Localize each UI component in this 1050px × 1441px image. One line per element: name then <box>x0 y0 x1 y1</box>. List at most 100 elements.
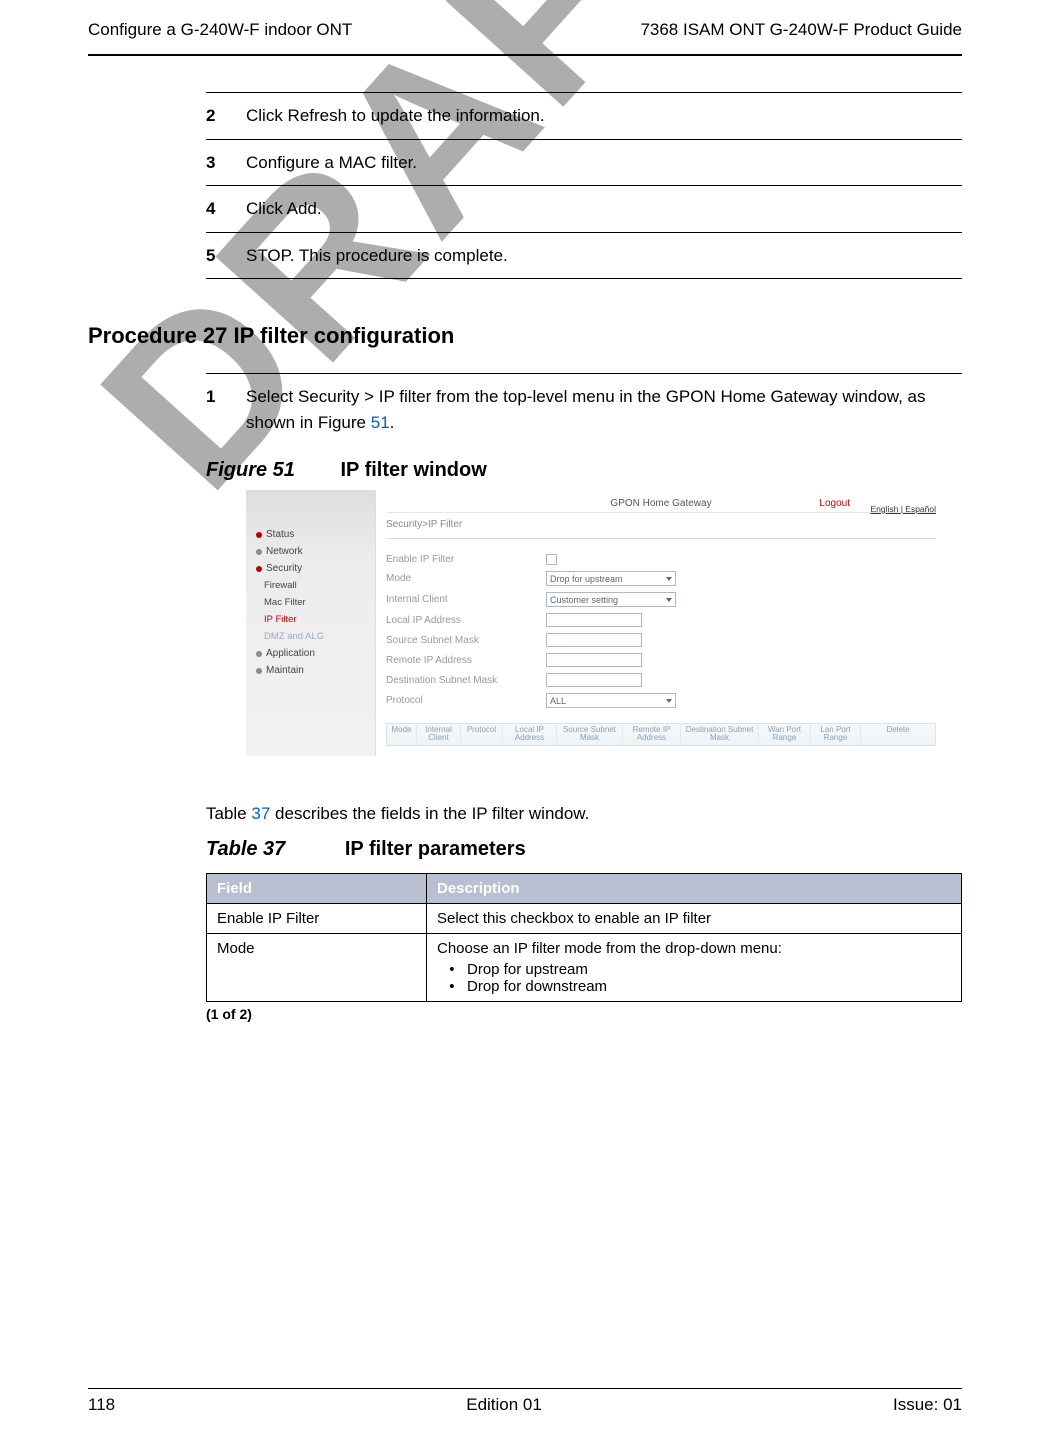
table-pager: (1 of 2) <box>206 1006 962 1022</box>
lang-espanol-link[interactable]: Español <box>905 504 936 514</box>
procedure-heading: Procedure 27 IP filter configuration <box>88 323 962 349</box>
sidebar-item-maintain[interactable]: Maintain <box>246 662 375 679</box>
chevron-down-icon <box>666 577 672 581</box>
table-number: Table 37 <box>206 838 285 860</box>
field-label: Enable IP Filter <box>386 554 546 565</box>
hdr-lan-port: Lan Port Range <box>811 724 861 745</box>
figure-number: Figure 51 <box>206 459 295 481</box>
row-local-ip: Local IP Address <box>386 610 936 630</box>
th-field: Field <box>207 873 427 903</box>
table-caption: Table 37 IP filter parameters <box>206 838 962 861</box>
body-b: describes the fields in the IP filter wi… <box>270 804 589 823</box>
step-number: 5 <box>206 243 220 269</box>
sidebar-item-status[interactable]: Status <box>246 526 375 543</box>
figure-caption: Figure 51 IP filter window <box>206 459 962 482</box>
src-mask-input[interactable] <box>546 633 642 647</box>
sidebar-label: Application <box>266 648 315 659</box>
embedded-screenshot: Status Network Security Firewall Mac Fil… <box>246 490 946 756</box>
body-text: Table 37 describes the fields in the IP … <box>206 804 962 824</box>
bullet-icon <box>256 566 262 572</box>
sidebar-sub-firewall[interactable]: Firewall <box>246 577 375 594</box>
table-row: Enable IP Filter Select this checkbox to… <box>207 903 962 933</box>
footer-page-number: 118 <box>88 1395 115 1415</box>
sidebar-item-security[interactable]: Security <box>246 560 375 577</box>
cell-desc: Choose an IP filter mode from the drop-d… <box>427 933 962 1001</box>
cell-desc-head: Choose an IP filter mode from the drop-d… <box>437 940 782 957</box>
row-mode: Mode Drop for upstream <box>386 568 936 589</box>
sidebar-label: Status <box>266 529 294 540</box>
remote-ip-input[interactable] <box>546 653 642 667</box>
ss-table-header: Mode Internal Client Protocol Local IP A… <box>386 723 936 746</box>
row-src-mask: Source Subnet Mask <box>386 630 936 650</box>
hdr-protocol: Protocol <box>461 724 503 745</box>
sidebar-item-application[interactable]: Application <box>246 645 375 662</box>
row-internal-client: Internal Client Customer setting <box>386 589 936 610</box>
field-label: Destination Subnet Mask <box>386 675 546 686</box>
step-text: Click Refresh to update the information. <box>246 103 962 129</box>
step-number: 3 <box>206 150 220 176</box>
th-description: Description <box>427 873 962 903</box>
header-right: 7368 ISAM ONT G-240W-F Product Guide <box>640 20 962 40</box>
sidebar-sub-dmz-alg[interactable]: DMZ and ALG <box>246 628 375 645</box>
cell-field: Enable IP Filter <box>207 903 427 933</box>
step-3: 3 Configure a MAC filter. <box>206 139 962 186</box>
table-header-row: Field Description <box>207 873 962 903</box>
sidebar-label: Maintain <box>266 665 304 676</box>
table-title: IP filter parameters <box>345 838 526 860</box>
header-left: Configure a G-240W-F indoor ONT <box>88 20 352 40</box>
cell-field: Mode <box>207 933 427 1001</box>
hdr-delete: Delete <box>861 724 935 745</box>
sidebar-sub-mac-filter[interactable]: Mac Filter <box>246 594 375 611</box>
cell-desc: Select this checkbox to enable an IP fil… <box>427 903 962 933</box>
ss-sidebar: Status Network Security Firewall Mac Fil… <box>246 490 376 756</box>
step-text: Configure a MAC filter. <box>246 150 962 176</box>
step-text-a: Select Security > IP filter from the top… <box>246 387 926 432</box>
lang-english-link[interactable]: English <box>870 504 898 514</box>
sidebar-label: Security <box>266 563 302 574</box>
ip-filter-parameters-table: Field Description Enable IP Filter Selec… <box>206 873 962 1002</box>
sidebar-label: Network <box>266 546 303 557</box>
field-label: Remote IP Address <box>386 655 546 666</box>
bullet-icon <box>256 532 262 538</box>
ss-title: GPON Home Gateway <box>610 498 711 509</box>
field-label: Local IP Address <box>386 615 546 626</box>
logout-link[interactable]: Logout <box>819 498 850 509</box>
step-text: Click Add. <box>246 196 962 222</box>
step-1: 1 Select Security > IP filter from the t… <box>206 373 962 445</box>
page-header: Configure a G-240W-F indoor ONT 7368 ISA… <box>88 0 962 56</box>
step-number: 1 <box>206 384 220 435</box>
sidebar-sub-ip-filter[interactable]: IP Filter <box>246 611 375 628</box>
table-row: Mode Choose an IP filter mode from the d… <box>207 933 962 1001</box>
table-link[interactable]: 37 <box>251 804 270 823</box>
figure-title: IP filter window <box>340 459 486 481</box>
select-value: ALL <box>550 696 566 706</box>
field-label: Protocol <box>386 695 546 706</box>
row-enable-ip-filter: Enable IP Filter <box>386 551 936 568</box>
internal-client-select[interactable]: Customer setting <box>546 592 676 607</box>
local-ip-input[interactable] <box>546 613 642 627</box>
mode-select[interactable]: Drop for upstream <box>546 571 676 586</box>
step-text: STOP. This procedure is complete. <box>246 243 962 269</box>
body-a: Table <box>206 804 251 823</box>
chevron-down-icon <box>666 598 672 602</box>
cell-li: Drop for upstream <box>467 961 951 978</box>
hdr-mode: Mode <box>387 724 417 745</box>
dst-mask-input[interactable] <box>546 673 642 687</box>
step-number: 4 <box>206 196 220 222</box>
ss-main: GPON Home Gateway Logout English | Españ… <box>376 490 946 756</box>
step-5: 5 STOP. This procedure is complete. <box>206 232 962 280</box>
select-value: Customer setting <box>550 595 618 605</box>
ss-title-row: GPON Home Gateway Logout <box>386 496 936 513</box>
step-text-b: . <box>390 413 395 432</box>
enable-ip-filter-checkbox[interactable] <box>546 554 557 565</box>
field-label: Internal Client <box>386 594 546 605</box>
sidebar-item-network[interactable]: Network <box>246 543 375 560</box>
page-footer: 118 Edition 01 Issue: 01 <box>88 1388 962 1415</box>
chevron-down-icon <box>666 699 672 703</box>
row-dst-mask: Destination Subnet Mask <box>386 670 936 690</box>
figure-link[interactable]: 51 <box>371 413 390 432</box>
field-label: Mode <box>386 573 546 584</box>
step-text: Select Security > IP filter from the top… <box>246 384 962 435</box>
protocol-select[interactable]: ALL <box>546 693 676 708</box>
hdr-wan-port: Wan Port Range <box>759 724 811 745</box>
